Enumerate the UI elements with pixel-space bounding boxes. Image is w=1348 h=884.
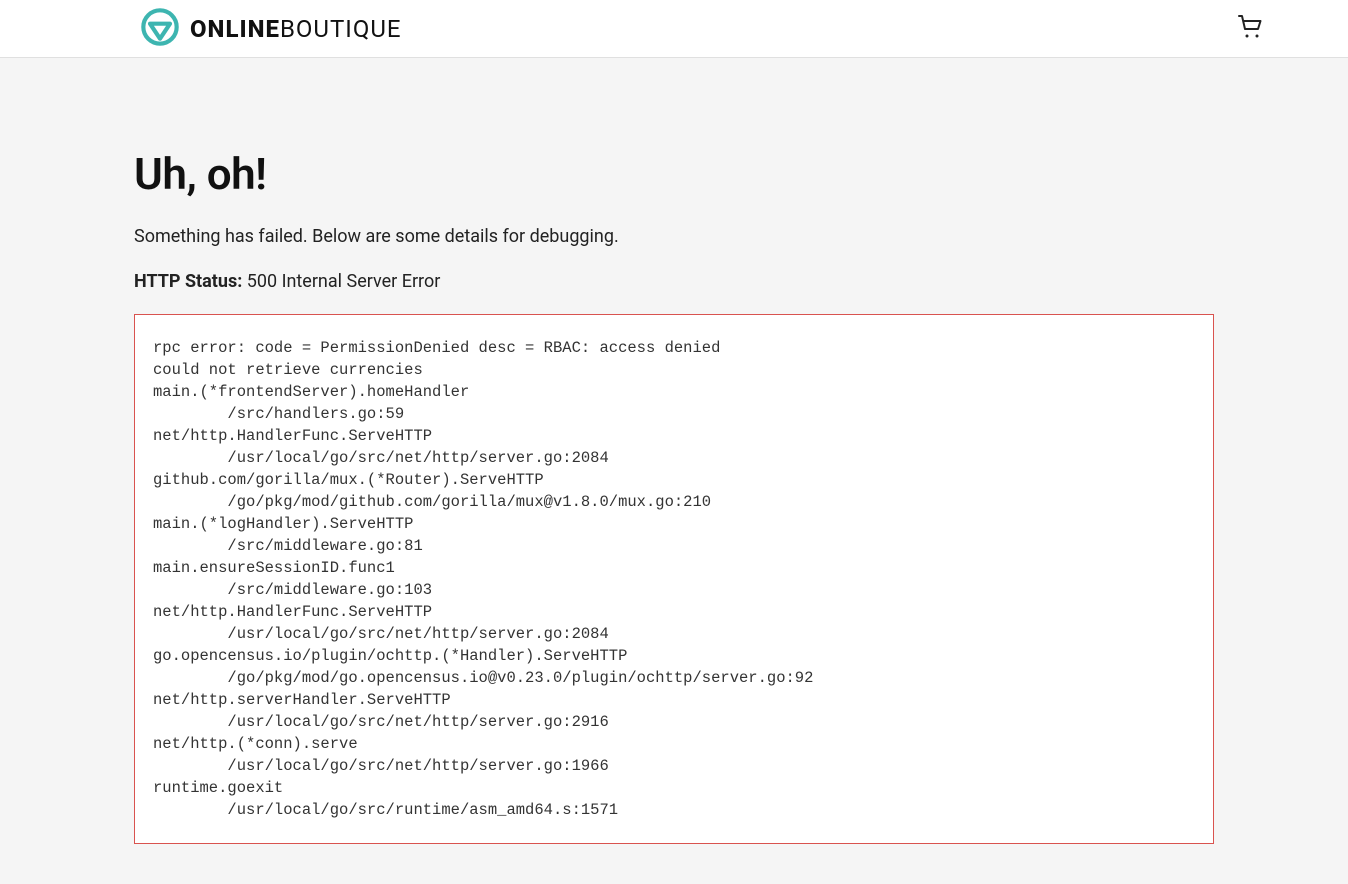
http-status-line: HTTP Status: 500 Internal Server Error (134, 271, 1214, 292)
http-status-label: HTTP Status: (134, 271, 242, 292)
http-status-value: 500 Internal Server Error (247, 271, 441, 292)
brand-logo-link[interactable]: ONLINEBOUTIQUE (140, 7, 402, 51)
brand-logo-icon (140, 7, 180, 51)
error-title: Uh, oh! (134, 148, 1214, 200)
brand-text-bold: ONLINE (190, 15, 280, 43)
brand-text-light: BOUTIQUE (280, 15, 402, 43)
cart-icon (1238, 15, 1262, 43)
error-subtitle: Something has failed. Below are some det… (134, 226, 1214, 247)
brand-text: ONLINEBOUTIQUE (190, 15, 402, 43)
error-stack-trace: rpc error: code = PermissionDenied desc … (134, 314, 1214, 844)
main-content: Uh, oh! Something has failed. Below are … (134, 58, 1214, 884)
cart-button[interactable] (1232, 11, 1268, 47)
header: ONLINEBOUTIQUE (0, 0, 1348, 58)
